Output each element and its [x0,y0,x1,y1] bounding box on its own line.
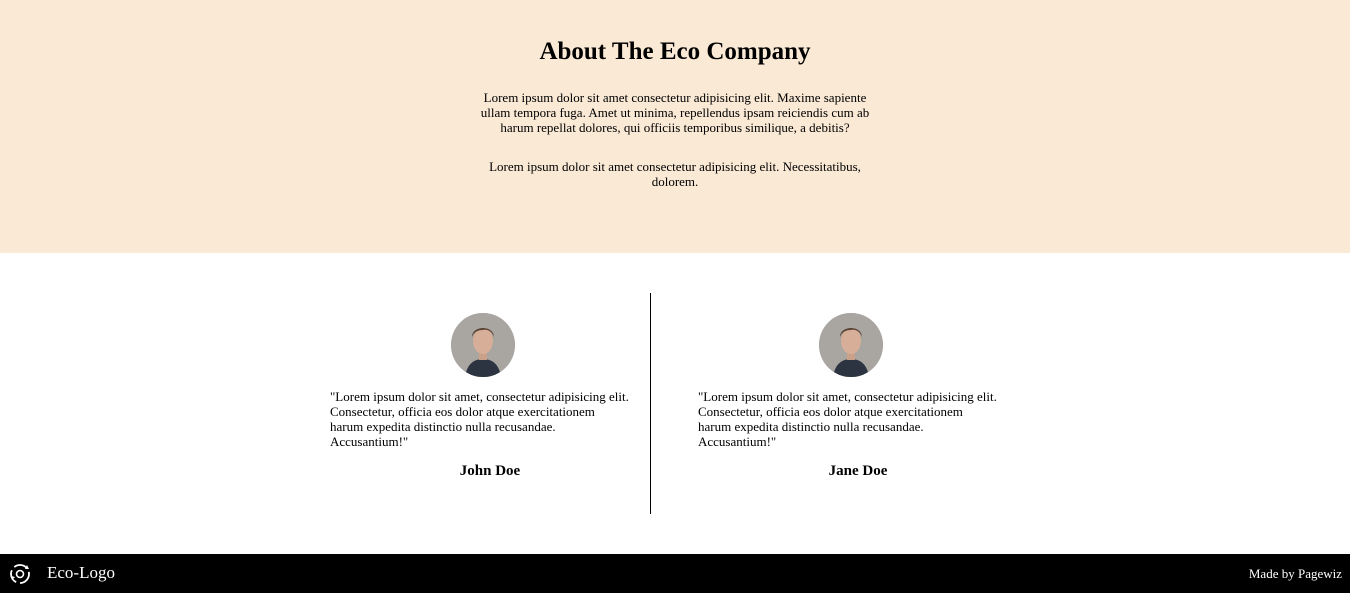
person-photo-icon [451,313,515,377]
testimonial-name: John Doe [459,463,521,479]
about-title: About The Eco Company [539,38,811,65]
footer: Eco-Logo Made by Pagewiz [0,554,1350,593]
avatar [451,313,515,377]
testimonial-divider [650,293,651,514]
about-paragraph-1: Lorem ipsum dolor sit amet consectetur a… [480,90,870,135]
logo-text[interactable]: Eco-Logo [47,563,115,583]
about-paragraph-2: Lorem ipsum dolor sit amet consectetur a… [489,159,861,189]
made-by-credit[interactable]: Made by Pagewiz [1249,566,1342,581]
testimonials-section: "Lorem ipsum dolor sit amet, consectetur… [0,253,1350,554]
testimonial-quote: "Lorem ipsum dolor sit amet, consectetur… [330,389,629,449]
testimonial-name: Jane Doe [828,463,888,479]
about-section: About The Eco Company Lorem ipsum dolor … [0,0,1350,253]
avatar [819,313,883,377]
person-photo-icon [819,313,883,377]
eco-recycle-icon[interactable] [8,562,32,586]
testimonial-quote: "Lorem ipsum dolor sit amet, consectetur… [698,389,997,449]
